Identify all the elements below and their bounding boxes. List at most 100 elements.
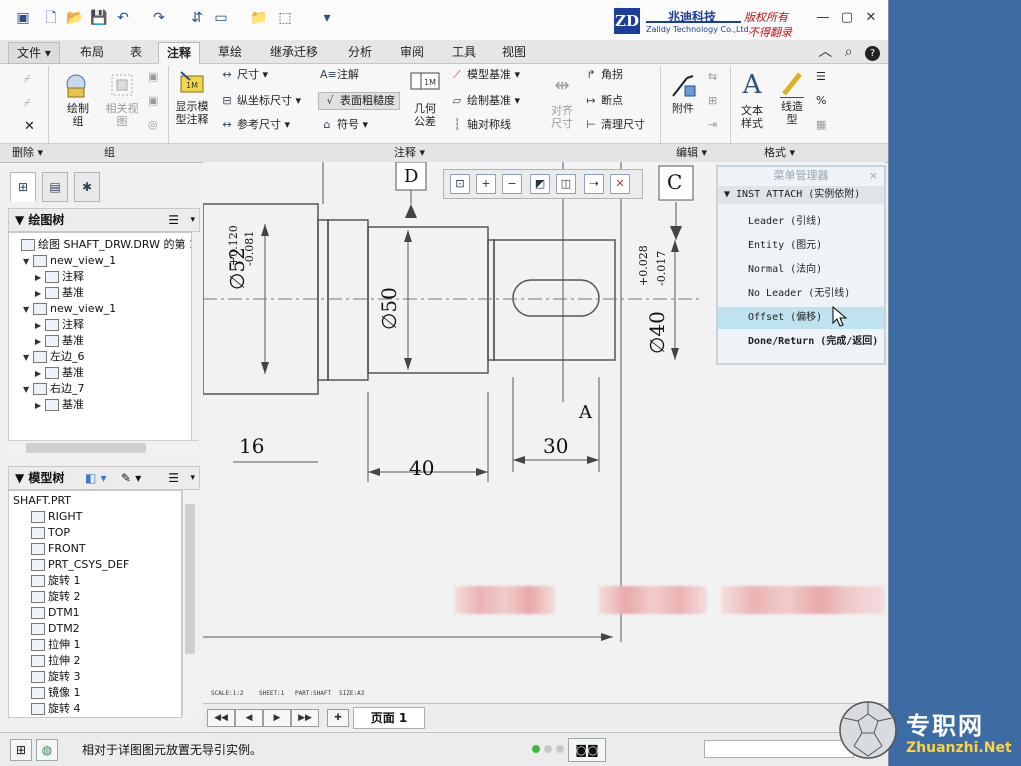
new-icon[interactable]: 🗋 <box>42 9 60 27</box>
annotation-display-icon[interactable]: ✕ <box>610 174 630 194</box>
datum-display-icon[interactable]: ⇢ <box>584 174 604 194</box>
scroll-thumb[interactable] <box>26 443 146 453</box>
model-tree-item[interactable]: 拉伸 1 <box>31 637 81 653</box>
display-style-icon[interactable]: ◫ <box>556 174 576 194</box>
next-page-button[interactable]: ▶ <box>263 709 291 727</box>
line-style-button[interactable]: 线造 型 <box>774 68 810 126</box>
tab-file[interactable]: 文件 ▾ <box>8 42 60 64</box>
select-icon[interactable]: ⬚ <box>276 9 294 27</box>
chevron-right-icon[interactable]: ▶ <box>35 318 45 334</box>
corner-button[interactable]: ↱ 角拐 <box>584 68 623 82</box>
drawing-tree-header[interactable]: ▼ 绘图树 ☰ ▾ <box>8 208 200 232</box>
redo-icon[interactable]: ↷ <box>150 9 168 27</box>
scroll-thumb[interactable] <box>185 504 195 654</box>
menu-item[interactable]: Normal (法向) <box>718 259 884 281</box>
attach-button[interactable]: 附件 <box>664 70 702 115</box>
text-style-button[interactable]: A 文本 样式 <box>734 68 770 130</box>
ordinate-dimension-button[interactable]: ⊟ 纵坐标尺寸 ▾ <box>220 94 301 108</box>
symbol-button[interactable]: ⌂ 符号 ▾ <box>320 118 369 132</box>
group-format-label[interactable]: 格式 ▾ <box>764 145 795 161</box>
chevron-right-icon[interactable]: ▶ <box>35 270 45 286</box>
delete-icon[interactable]: ✕ <box>24 120 35 134</box>
delete-icon-1[interactable]: ⌿ <box>24 72 31 86</box>
search-icon[interactable]: ⌕ <box>845 44 853 60</box>
model-tree-item[interactable]: DTM1 <box>31 605 80 621</box>
model-datum-button[interactable]: ⟋ 模型基准 ▾ <box>450 68 520 82</box>
window-icon[interactable]: ▣ <box>14 9 32 27</box>
note-button[interactable]: A≡注解 <box>320 68 359 82</box>
open-icon[interactable]: 📂 <box>66 9 84 27</box>
group-delete-label[interactable]: 删除 ▾ <box>12 145 43 161</box>
undo-icon[interactable]: ↶ <box>114 9 132 27</box>
model-tree-root[interactable]: SHAFT.PRT <box>13 493 71 509</box>
menu-item[interactable]: Leader (引线) <box>718 211 884 233</box>
close-button[interactable]: ✕ <box>862 10 880 26</box>
tab-sketch[interactable]: 草绘 <box>210 42 250 62</box>
group-annotate-label[interactable]: 注释 ▾ <box>394 145 425 161</box>
windows-icon[interactable]: ▭ <box>212 9 230 27</box>
tree-item[interactable]: ▼ new_view_1 <box>23 301 116 317</box>
zoom-in-icon[interactable]: + <box>476 174 496 194</box>
group-icon-2[interactable]: ▣ <box>148 94 158 108</box>
chevron-down-icon[interactable]: ▼ <box>23 302 33 318</box>
tree-item[interactable]: ▶ 基准 <box>35 397 84 413</box>
selection-filter[interactable] <box>704 740 854 758</box>
collapse-ribbon-icon[interactable]: ︿ <box>818 44 832 60</box>
tree-item[interactable]: ▼ new_view_1 <box>23 253 116 269</box>
chevron-right-icon[interactable]: ▶ <box>35 398 45 414</box>
chevron-down-icon[interactable]: ▼ <box>23 254 33 270</box>
group-icon-3[interactable]: ◎ <box>148 118 158 132</box>
group-edit-label[interactable]: 编辑 ▾ <box>676 145 707 161</box>
menu-item[interactable]: No Leader (无引线) <box>718 283 884 305</box>
edit-icon-2[interactable]: ⊞ <box>708 94 717 108</box>
model-tree-item[interactable]: FRONT <box>31 541 86 557</box>
tab-annotate[interactable]: 注释 <box>158 42 201 64</box>
chevron-down-icon[interactable]: ▾ <box>190 209 195 231</box>
binoculars-icon[interactable]: ◙◙ <box>568 738 606 762</box>
tab-layout[interactable]: 布局 <box>72 42 112 62</box>
tab-favorites[interactable]: ✱ <box>74 172 100 202</box>
axis-symmetry-button[interactable]: ┆ 轴对称线 <box>450 118 511 132</box>
related-view-button[interactable]: 相关视 图 <box>100 70 144 128</box>
draw-group-button[interactable]: 绘制 组 <box>56 70 100 128</box>
chevron-down-icon[interactable]: ▼ <box>23 350 33 366</box>
refit-icon[interactable]: ⊡ <box>450 174 470 194</box>
model-tree-item[interactable]: RIGHT <box>31 509 82 525</box>
chevron-right-icon[interactable]: ▶ <box>35 334 45 350</box>
model-tree-item[interactable]: DTM2 <box>31 621 80 637</box>
maximize-button[interactable]: ▢ <box>838 10 856 26</box>
zoom-out-icon[interactable]: − <box>502 174 522 194</box>
edit-icon-1[interactable]: ⇆ <box>708 70 717 84</box>
new-page-icon[interactable]: ✚ <box>327 709 349 727</box>
align-dimension-button[interactable]: ⇹ 对齐 尺寸 <box>544 70 580 130</box>
model-tree-item[interactable]: 旋转 1 <box>31 573 81 589</box>
geometric-tolerance-button[interactable]: 1M 几何 公差 <box>406 70 444 128</box>
dimension-button[interactable]: ↔ 尺寸 ▾ <box>220 68 268 82</box>
chevron-down-icon[interactable]: ▾ <box>190 467 195 489</box>
drawing-tree-hscroll[interactable] <box>8 440 198 455</box>
surface-finish-button[interactable]: √ 表面粗糙度 <box>318 92 400 110</box>
model-tree-item[interactable]: 拉伸 2 <box>31 653 81 669</box>
menu-item[interactable]: Done/Return (完成/返回) <box>718 331 884 353</box>
save-icon[interactable]: 💾 <box>90 9 108 27</box>
tab-review[interactable]: 审阅 <box>392 42 432 62</box>
draw-datum-button[interactable]: ▱ 绘制基准 ▾ <box>450 94 520 108</box>
format-icon-2[interactable]: % <box>816 94 826 108</box>
menu-section-header[interactable]: ▼ INST ATTACH (实例依附) <box>718 186 884 204</box>
tab-model-tree[interactable]: ⊞ <box>10 172 36 202</box>
tree-item[interactable]: ▶ 基准 <box>35 285 84 301</box>
prev-page-button[interactable]: ◀ <box>235 709 263 727</box>
delete-icon-2[interactable]: ⌿ <box>24 96 31 110</box>
breakpoint-button[interactable]: ↦ 断点 <box>584 94 623 108</box>
group-icon-1[interactable]: ▣ <box>148 70 158 84</box>
first-page-button[interactable]: ◀◀ <box>207 709 235 727</box>
tree-item[interactable]: ▶ 基准 <box>35 365 84 381</box>
model-tree-view-icon[interactable]: ◧ ▾ <box>85 467 107 489</box>
tree-item[interactable]: ▶ 注释 <box>35 317 84 333</box>
browser-toggle-icon[interactable]: ◍ <box>36 739 58 761</box>
tab-table[interactable]: 表 <box>122 42 150 62</box>
edit-icon-3[interactable]: ⇥ <box>708 118 717 132</box>
format-icon-1[interactable]: ☰ <box>816 70 826 84</box>
tree-item[interactable]: ▶ 基准 <box>35 333 84 349</box>
model-tree-item[interactable]: 旋转 4 <box>31 701 81 717</box>
